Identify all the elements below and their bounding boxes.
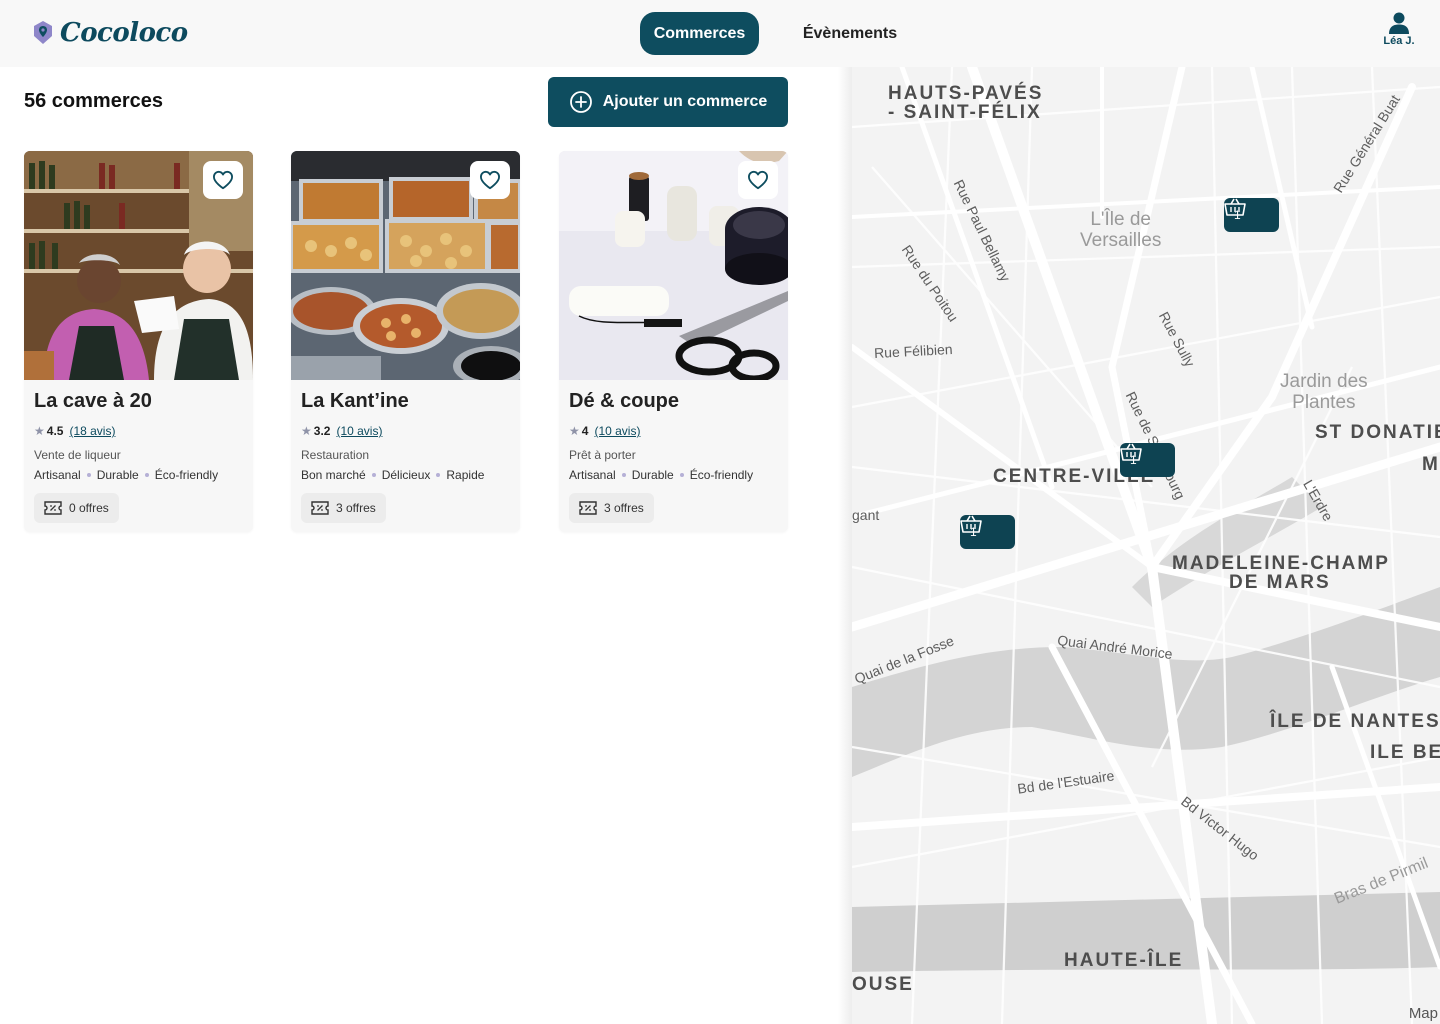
basket-icon (960, 515, 982, 533)
commerce-category: Restauration (301, 448, 370, 462)
map[interactable]: HAUTS-PAVÉS - SAINT-FÉLIX CENTRE-VILLE M… (852, 67, 1440, 1024)
ticket-icon (311, 501, 329, 515)
commerce-name[interactable]: Dé & coupe (569, 390, 679, 413)
ticket-icon (44, 501, 62, 515)
results-count: 56 commerces (24, 90, 163, 112)
rating-value: 4 (581, 424, 589, 438)
user-menu[interactable]: Léa J. (1378, 12, 1420, 47)
add-commerce-button[interactable]: Ajouter un commerce (548, 77, 788, 127)
tag: Durable (631, 468, 674, 482)
commerce-photo-sewing-tools[interactable] (559, 151, 788, 380)
reviews-link[interactable]: (10 avis) (594, 424, 640, 438)
commerce-card[interactable]: La cave à 20 ★ 4.5 (18 avis) Vente de li… (24, 151, 253, 532)
map-label-district: ÎLE DE NANTES (1270, 711, 1440, 732)
tag-separator (144, 473, 149, 477)
add-commerce-label: Ajouter un commerce (602, 93, 768, 110)
rating-value: 4.5 (46, 424, 64, 438)
offers-badge[interactable]: 3 offres (569, 493, 654, 523)
commerce-card[interactable]: La Kant’ine ★ 3.2 (10 avis) Restauration… (291, 151, 520, 532)
offers-count: 3 offres (604, 501, 644, 515)
star-icon: ★ (301, 424, 312, 438)
user-icon (1389, 12, 1409, 34)
star-icon: ★ (34, 424, 45, 438)
map-label-district: M (1422, 454, 1440, 475)
commerce-tags: Artisanal Durable Éco-friendly (569, 468, 753, 482)
map-label-district: DE MARS (1229, 572, 1331, 593)
park-name-line: Plantes (1292, 392, 1356, 413)
reviews-link[interactable]: (10 avis) (336, 424, 382, 438)
tag: Délicieux (381, 468, 431, 482)
map-divider (838, 67, 852, 1024)
map-label-district: ILE BE (1370, 742, 1440, 763)
map-label-district: ST DONATIE (1315, 422, 1440, 443)
heart-icon (748, 170, 768, 190)
map-marker[interactable]: 1 (1120, 443, 1175, 477)
tag-separator (86, 473, 91, 477)
nav-tab-evenements[interactable]: Évènements (790, 12, 910, 55)
logo[interactable]: Cocoloco (32, 18, 188, 48)
commerce-category: Prêt à porter (569, 448, 636, 462)
offers-badge[interactable]: 0 offres (34, 493, 119, 523)
favorite-button[interactable] (203, 161, 243, 199)
tag: Artisanal (34, 468, 81, 482)
tag: Éco-friendly (689, 468, 754, 482)
map-marker[interactable]: 1 (1224, 198, 1279, 232)
logo-text: Cocoloco (60, 18, 188, 48)
tag-separator (621, 473, 626, 477)
favorite-button[interactable] (738, 161, 778, 199)
park-name-line: Jardin des (1280, 371, 1368, 392)
basket-icon (1224, 198, 1246, 216)
user-name: Léa J. (1383, 35, 1415, 47)
nav-tab-commerces[interactable]: Commerces (640, 12, 759, 55)
map-label-district: OUSE (852, 974, 914, 995)
basket-icon (1120, 443, 1142, 461)
commerce-tags: Artisanal Durable Éco-friendly (34, 468, 218, 482)
map-label-street: gant (852, 507, 880, 523)
reviews-link[interactable]: (18 avis) (69, 424, 115, 438)
commerce-tags: Bon marché Délicieux Rapide (301, 468, 484, 482)
commerce-photo-food-trays[interactable] (291, 151, 520, 380)
map-label-district: HAUTE-ÎLE (1064, 950, 1184, 971)
tag: Rapide (446, 468, 485, 482)
tag-separator (371, 473, 376, 477)
map-label-district: MADELEINE-CHAMP (1172, 553, 1390, 574)
tag: Durable (96, 468, 139, 482)
park-name-line: L'Île de (1090, 209, 1151, 230)
top-header: Cocoloco Commerces Évènements Léa J. (0, 0, 1440, 67)
logo-pin-icon (34, 21, 52, 44)
commerce-category: Vente de liqueur (34, 448, 121, 462)
commerce-name[interactable]: La Kant’ine (301, 390, 409, 413)
commerce-photo-wine-shop[interactable] (24, 151, 253, 380)
plus-circle-icon (569, 91, 592, 113)
commerce-rating: ★ 4 (10 avis) (569, 424, 640, 438)
commerce-rating: ★ 4.5 (18 avis) (34, 424, 115, 438)
favorite-button[interactable] (470, 161, 510, 199)
map-label-district: HAUTS-PAVÉS (888, 83, 1044, 104)
tag-separator (679, 473, 684, 477)
map-label-park: L'Île de Versailles (1080, 209, 1161, 251)
heart-icon (213, 170, 233, 190)
commerce-card[interactable]: Dé & coupe ★ 4 (10 avis) Prêt à porter A… (559, 151, 788, 532)
rating-value: 3.2 (313, 424, 331, 438)
tag: Éco-friendly (154, 468, 219, 482)
map-marker[interactable]: 1 (960, 515, 1015, 549)
map-label-district: - SAINT-FÉLIX (888, 102, 1042, 123)
star-icon: ★ (569, 424, 580, 438)
offers-badge[interactable]: 3 offres (301, 493, 386, 523)
commerce-name[interactable]: La cave à 20 (34, 390, 152, 413)
ticket-icon (579, 501, 597, 515)
offers-count: 0 offres (69, 501, 109, 515)
map-attribution[interactable]: Map (1409, 1005, 1438, 1022)
heart-icon (479, 170, 500, 190)
commerce-rating: ★ 3.2 (10 avis) (301, 424, 382, 438)
park-name-line: Versailles (1080, 230, 1162, 251)
map-label-park: Jardin des Plantes (1280, 371, 1368, 413)
tag: Artisanal (569, 468, 616, 482)
offers-count: 3 offres (336, 501, 376, 515)
tag: Bon marché (301, 468, 366, 482)
tag-separator (436, 473, 441, 477)
